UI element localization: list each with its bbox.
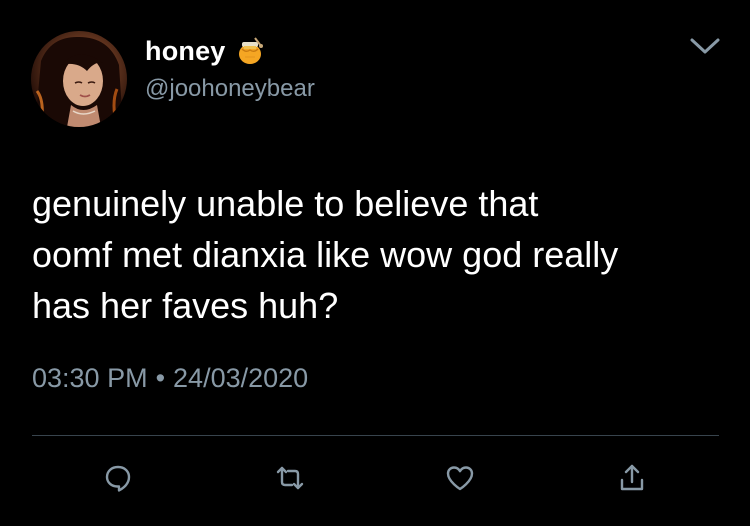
tweet-text: genuinely unable to believe that oomf me… [32,183,619,326]
display-name[interactable]: honey [145,36,226,67]
avatar[interactable] [31,31,127,127]
like-button[interactable] [438,458,482,502]
action-bar [0,458,750,502]
reply-button[interactable] [96,458,140,502]
heart-icon [444,462,476,499]
tweet-card: honey @joohoneybear genuinely unable to … [0,0,750,526]
meta-separator: • [155,363,166,393]
tweet-timestamp[interactable]: 03:30 PM • 24/03/2020 [32,363,308,394]
share-icon [616,462,648,499]
tweet-time: 03:30 PM [32,363,148,393]
divider [32,435,719,436]
reply-icon [102,462,134,499]
retweet-button[interactable] [268,458,312,502]
display-name-row: honey [145,33,266,69]
tweet-date: 24/03/2020 [173,363,309,393]
user-handle[interactable]: @joohoneybear [145,75,315,103]
share-button[interactable] [610,458,654,502]
honey-pot-icon [234,35,266,67]
retweet-icon [274,462,306,499]
chevron-down-icon[interactable] [688,36,722,56]
